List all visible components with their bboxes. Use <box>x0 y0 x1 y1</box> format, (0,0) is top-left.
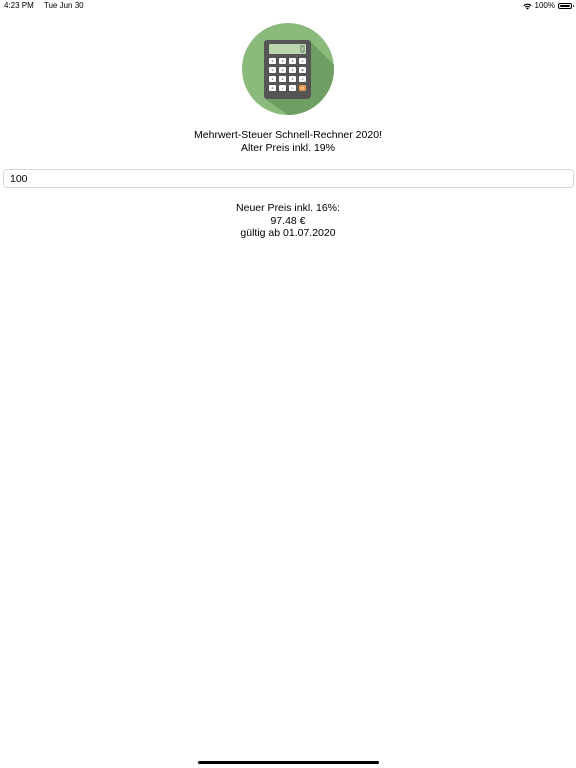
page-subtitle: Alter Preis inkl. 19% <box>241 142 335 154</box>
status-date: Tue Jun 30 <box>43 1 84 10</box>
status-left: 4:23 PM Tue Jun 30 <box>4 0 92 12</box>
old-price-input[interactable] <box>3 169 574 188</box>
valid-from-text: gültig ab 01.07.2020 <box>240 227 336 239</box>
app-heading: Mehrwert-Steuer Schnell-Rechner 2020! Al… <box>0 129 576 155</box>
wifi-icon <box>522 3 532 10</box>
status-time: 4:23 PM <box>4 1 34 10</box>
calculator-icon <box>242 23 334 115</box>
page-title: Mehrwert-Steuer Schnell-Rechner 2020! <box>194 129 382 141</box>
battery-icon <box>558 3 574 9</box>
battery-percent: 100% <box>534 1 555 10</box>
home-indicator[interactable] <box>198 761 379 764</box>
result-block: Neuer Preis inkl. 16%: 97.48 € gültig ab… <box>0 202 576 240</box>
status-right: 100% <box>522 0 574 12</box>
new-price-label: Neuer Preis inkl. 16%: <box>236 202 340 214</box>
status-bar: 4:23 PM Tue Jun 30 100% <box>0 0 576 12</box>
new-price-value: 97.48 € <box>270 214 306 227</box>
